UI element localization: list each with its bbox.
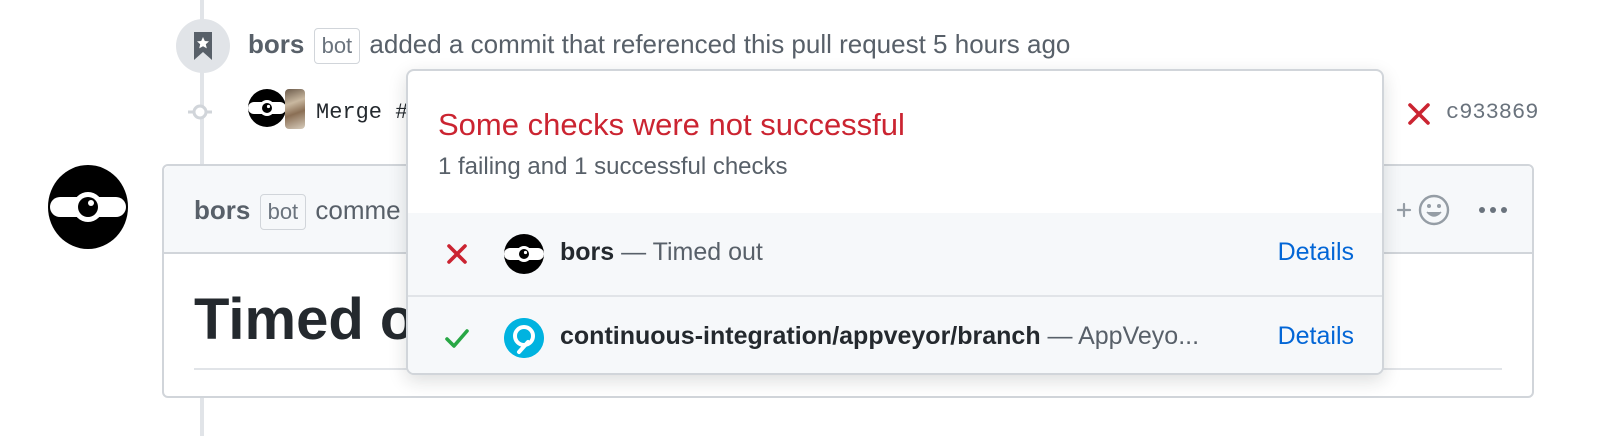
check-description: — AppVeyo... — [1040, 322, 1200, 350]
bors-avatar — [504, 234, 544, 274]
comment-action-text: comme — [315, 194, 401, 225]
check-row: continuous-integration/appveyor/branch —… — [408, 297, 1382, 373]
commit-message-link[interactable]: Merge # — [316, 100, 408, 125]
checks-popover-title: Some checks were not successful — [438, 107, 905, 142]
commit-author-avatar[interactable] — [248, 89, 286, 127]
check-context: bors — [560, 238, 615, 266]
bot-label: bot — [313, 28, 361, 64]
comment-header-text: bors bot comme — [194, 194, 401, 230]
event-author-link[interactable]: bors — [248, 29, 304, 59]
checks-popover: Some checks were not successful 1 failin… — [406, 69, 1384, 375]
smiley-icon[interactable] — [1396, 194, 1454, 226]
bot-label: bot — [259, 194, 307, 230]
check-details-link[interactable]: Details — [1278, 238, 1354, 267]
check-row: bors — Timed out Details — [408, 213, 1382, 297]
commit-coauthor-avatar[interactable] — [285, 89, 305, 129]
check-details-link[interactable]: Details — [1278, 322, 1354, 351]
checks-popover-header: Some checks were not successful 1 failin… — [408, 71, 1382, 215]
commit-icon — [188, 104, 212, 120]
bookmark-icon — [194, 32, 212, 60]
check-text: bors — Timed out — [560, 238, 763, 267]
kebab-horizontal-icon[interactable] — [1476, 196, 1510, 224]
x-icon — [447, 244, 467, 264]
check-description: — Timed out — [614, 238, 763, 266]
check-text: continuous-integration/appveyor/branch —… — [560, 322, 1199, 351]
event-action-text: added a commit that referenced this pull… — [369, 28, 1071, 59]
x-icon[interactable] — [1406, 101, 1432, 127]
timeline-event: bors bot added a commit that referenced … — [248, 28, 1070, 64]
commit-sha-link[interactable]: c933869 — [1446, 100, 1538, 125]
checks-popover-summary: 1 failing and 1 successful checks — [438, 153, 788, 180]
comment-author-avatar[interactable] — [48, 165, 128, 249]
check-icon — [445, 329, 469, 348]
comment-author-link[interactable]: bors — [194, 195, 250, 225]
appveyor-avatar — [504, 318, 544, 358]
check-context: continuous-integration/appveyor/branch — [560, 322, 1041, 350]
event-badge — [176, 19, 230, 73]
